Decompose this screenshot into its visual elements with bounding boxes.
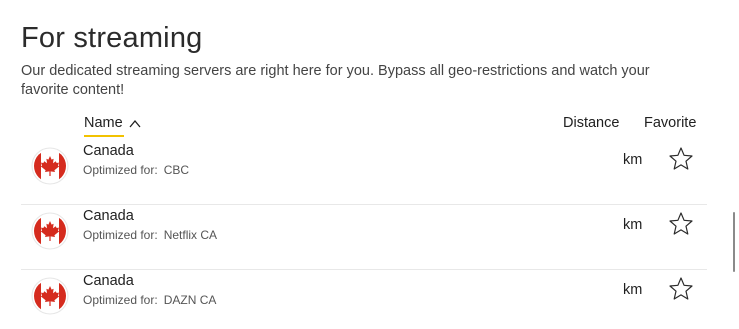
- sort-ascending-icon: [129, 119, 141, 127]
- streaming-section: For streaming Our dedicated streaming se…: [0, 0, 739, 329]
- section-description: Our dedicated streaming servers are righ…: [21, 63, 650, 98]
- favorite-star-icon[interactable]: [668, 211, 694, 237]
- sort-active-underline: [84, 135, 124, 137]
- canada-flag-icon: [31, 147, 69, 185]
- server-distance: km: [623, 282, 643, 298]
- optimized-for-text: Optimized for: DAZN CA: [83, 293, 217, 307]
- scrollbar[interactable]: [733, 212, 735, 272]
- section-title: For streaming: [21, 22, 203, 54]
- favorite-star-icon[interactable]: [668, 276, 694, 302]
- name-column-header[interactable]: Name: [84, 115, 142, 137]
- optimized-for-text: Optimized for: CBC: [83, 163, 190, 177]
- server-row[interactable]: Canada Optimized for: Netflix CA km: [21, 205, 707, 270]
- streaming-service: Netflix CA: [163, 228, 218, 242]
- server-distance: km: [623, 217, 643, 233]
- canada-flag-icon: [31, 212, 69, 250]
- server-row[interactable]: Canada Optimized for: DAZN CA km: [21, 270, 707, 329]
- favorite-star-icon[interactable]: [668, 146, 694, 172]
- favorite-column-header[interactable]: Favorite: [644, 115, 696, 131]
- server-country: Canada: [83, 143, 134, 159]
- optimized-for-text: Optimized for: Netflix CA: [83, 228, 218, 242]
- server-row[interactable]: Canada Optimized for: CBC km: [21, 140, 707, 205]
- streaming-service: CBC: [163, 163, 190, 177]
- canada-flag-icon: [31, 277, 69, 315]
- server-distance: km: [623, 152, 643, 168]
- server-country: Canada: [83, 208, 134, 224]
- name-column-label: Name: [84, 115, 123, 131]
- streaming-service: DAZN CA: [163, 293, 217, 307]
- distance-column-header[interactable]: Distance: [563, 115, 619, 131]
- server-country: Canada: [83, 273, 134, 289]
